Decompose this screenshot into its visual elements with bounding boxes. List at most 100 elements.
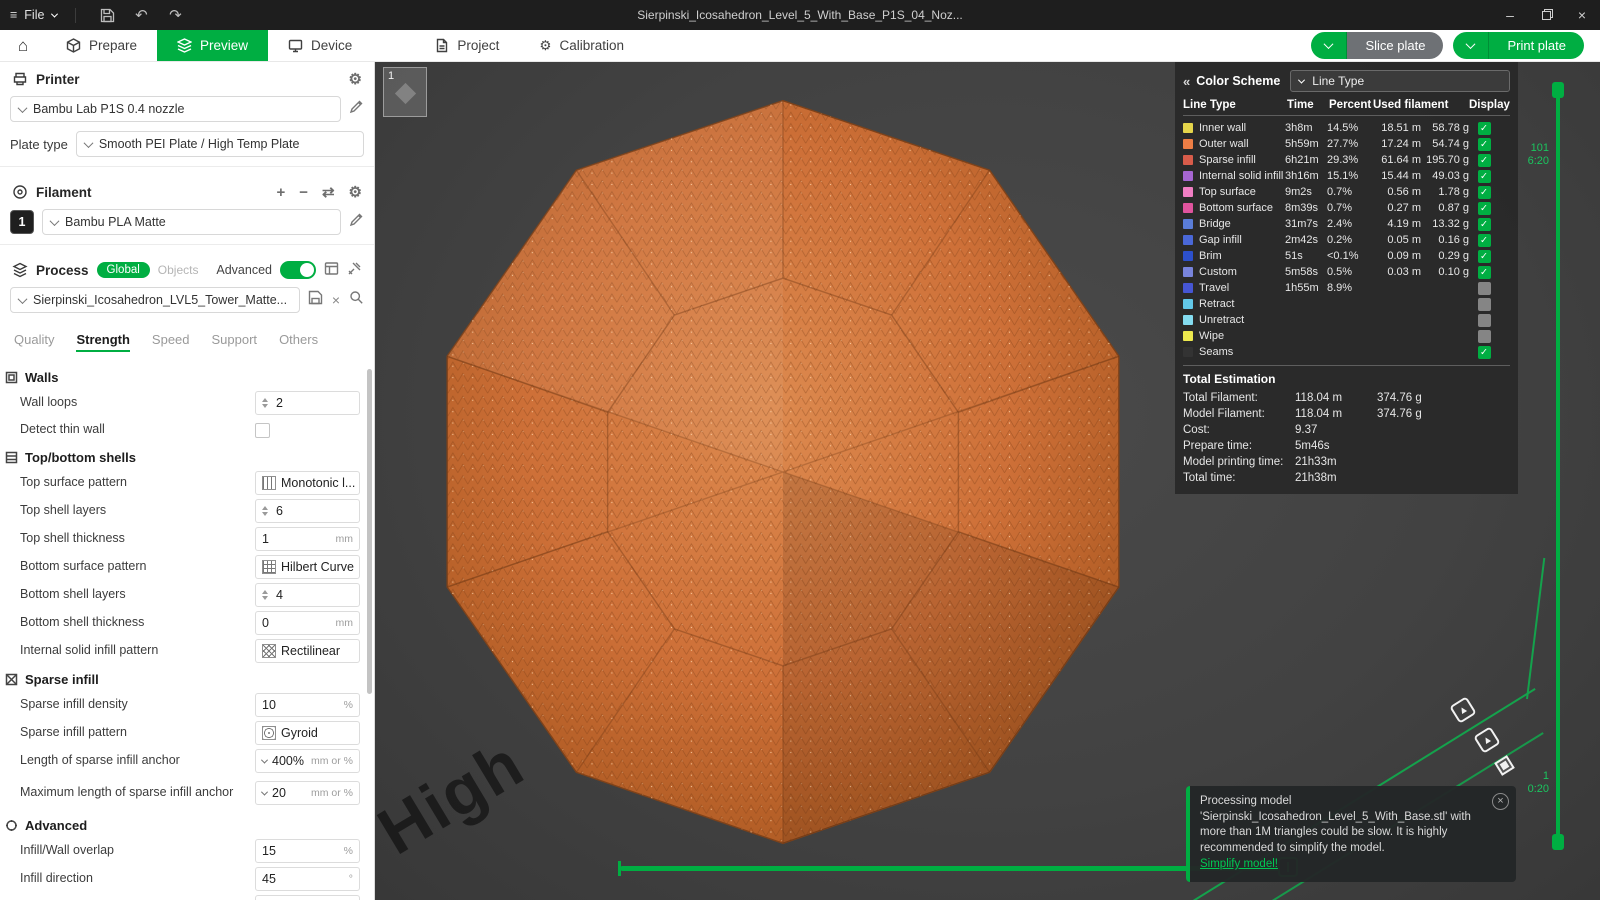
display-checkbox[interactable] [1478, 154, 1491, 167]
sparse-infill-density-input[interactable]: 10% [255, 693, 360, 717]
wall-loops-input[interactable]: 2 [255, 391, 360, 415]
collapse-panel-icon[interactable]: « [1183, 74, 1190, 89]
stepper-icon[interactable] [262, 398, 268, 408]
plate-arrow-icon: ▲ [1449, 696, 1477, 724]
close-button[interactable]: × [1564, 0, 1600, 30]
slice-plate-button[interactable]: Slice plate [1347, 32, 1443, 59]
print-plate-dropdown[interactable] [1453, 32, 1489, 59]
display-checkbox[interactable] [1478, 282, 1491, 295]
printer-select[interactable]: Bambu Lab P1S 0.4 nozzle [10, 96, 341, 122]
filament-section-title: Filament [36, 185, 92, 200]
3d-viewport[interactable]: 1 High [375, 62, 1600, 900]
redo-button[interactable]: ↷ [162, 3, 188, 27]
line-type-row: Sparse infill 6h21m 29.3% 61.64 m 195.70… [1183, 152, 1510, 168]
tab-calibration[interactable]: ⚙ Calibration [519, 30, 644, 61]
sidebar-scrollbar[interactable] [367, 369, 372, 694]
display-checkbox[interactable] [1478, 186, 1491, 199]
save-preset-button[interactable] [308, 290, 323, 310]
plate-thumbnail[interactable]: 1 [383, 67, 427, 117]
layer-slider-top-handle[interactable] [1552, 82, 1564, 98]
bottom-surface-pattern-select[interactable]: Hilbert Curve [255, 555, 360, 579]
move-slider-track[interactable] [620, 866, 1283, 871]
process-objects-tab[interactable]: Objects [158, 263, 199, 277]
process-icon [12, 262, 28, 278]
tab-device[interactable]: Device [268, 30, 372, 61]
sparse-anchor-select[interactable]: 400%mm or % [255, 749, 360, 773]
sparse-anchor-max-select[interactable]: 20mm or % [255, 781, 360, 805]
filament-select[interactable]: Bambu PLA Matte [42, 209, 341, 235]
walls-section-title: Walls [25, 370, 58, 385]
preset-tools-button[interactable] [347, 261, 362, 280]
slice-plate-dropdown[interactable] [1311, 32, 1347, 59]
process-global-tab[interactable]: Global [97, 262, 150, 278]
top-surface-pattern-select[interactable]: Monotonic l... [255, 471, 360, 495]
minimize-button[interactable]: – [1492, 0, 1528, 30]
bridge-direction-input[interactable]: 0° [255, 895, 360, 900]
tab-others[interactable]: Others [279, 332, 318, 351]
display-checkbox[interactable] [1478, 330, 1491, 343]
infill-direction-input[interactable]: 45° [255, 867, 360, 891]
detect-thin-wall-checkbox[interactable] [255, 423, 270, 438]
filament-slot-badge[interactable]: 1 [10, 210, 34, 234]
process-preset-select[interactable]: Sierpinski_Icosahedron_LVL5_Tower_Matte.… [10, 287, 300, 313]
undo-button[interactable]: ↶ [128, 3, 154, 27]
display-checkbox[interactable] [1478, 298, 1491, 311]
edit-printer-button[interactable] [349, 99, 364, 119]
notification-close-button[interactable]: × [1492, 793, 1509, 810]
home-button[interactable]: ⌂ [0, 30, 46, 61]
layer-slider-track[interactable] [1556, 86, 1560, 850]
clear-preset-button[interactable]: × [332, 293, 340, 307]
view-mode-select[interactable]: Line Type [1290, 70, 1510, 92]
display-checkbox[interactable] [1478, 218, 1491, 231]
search-params-button[interactable] [349, 290, 364, 310]
bottom-shell-thickness-input[interactable]: 0mm [255, 611, 360, 635]
sliced-model[interactable] [428, 98, 1138, 846]
top-shell-layers-input[interactable]: 6 [255, 499, 360, 523]
infill-wall-overlap-input[interactable]: 15% [255, 839, 360, 863]
display-checkbox[interactable] [1478, 170, 1491, 183]
tab-project[interactable]: Project [414, 30, 519, 61]
filament-swap-icon[interactable]: ⇄ [322, 183, 335, 201]
plate-type-select[interactable]: Smooth PEI Plate / High Temp Plate [76, 131, 364, 157]
sparse-infill-pattern-select[interactable]: Gyroid [255, 721, 360, 745]
add-filament-button[interactable]: + [276, 184, 285, 201]
line-type-row: Wipe [1183, 328, 1510, 344]
bottom-shell-layers-input[interactable]: 4 [255, 583, 360, 607]
preset-list-button[interactable] [324, 261, 339, 280]
display-checkbox[interactable] [1478, 346, 1491, 359]
stepper-icon[interactable] [262, 590, 268, 600]
tab-quality[interactable]: Quality [14, 332, 54, 351]
stepper-icon[interactable] [262, 506, 268, 516]
internal-solid-infill-pattern-select[interactable]: Rectilinear [255, 639, 360, 663]
file-menu-chevron-icon[interactable] [51, 10, 58, 17]
display-checkbox[interactable] [1478, 202, 1491, 215]
display-checkbox[interactable] [1478, 138, 1491, 151]
pattern-preview-icon [262, 560, 276, 574]
display-checkbox[interactable] [1478, 250, 1491, 263]
save-project-button[interactable] [94, 3, 120, 27]
line-type-weight: 54.74 g [1425, 138, 1473, 150]
filament-settings-gear-icon[interactable]: ⚙ [349, 183, 362, 201]
edit-filament-button[interactable] [349, 212, 364, 232]
total-value-1: 21h38m [1295, 470, 1377, 486]
layer-slider-bottom-handle[interactable] [1552, 834, 1564, 850]
tab-strength[interactable]: Strength [76, 332, 129, 351]
top-shell-thickness-input[interactable]: 1mm [255, 527, 360, 551]
tab-prepare[interactable]: Prepare [46, 30, 157, 61]
remove-filament-button[interactable]: − [299, 184, 308, 201]
param-value: Hilbert Curve [281, 560, 354, 574]
file-menu[interactable]: ≡ File [10, 8, 44, 22]
display-checkbox[interactable] [1478, 314, 1491, 327]
line-type-swatch [1183, 139, 1193, 149]
advanced-toggle[interactable] [280, 261, 316, 279]
tab-speed[interactable]: Speed [152, 332, 190, 351]
tab-preview[interactable]: Preview [157, 30, 268, 61]
printer-settings-gear-icon[interactable]: ⚙ [349, 70, 362, 88]
display-checkbox[interactable] [1478, 122, 1491, 135]
restore-button[interactable] [1528, 0, 1564, 30]
display-checkbox[interactable] [1478, 234, 1491, 247]
simplify-model-link[interactable]: Simplify model! [1200, 857, 1488, 873]
print-plate-button[interactable]: Print plate [1489, 32, 1584, 59]
display-checkbox[interactable] [1478, 266, 1491, 279]
tab-support[interactable]: Support [212, 332, 258, 351]
